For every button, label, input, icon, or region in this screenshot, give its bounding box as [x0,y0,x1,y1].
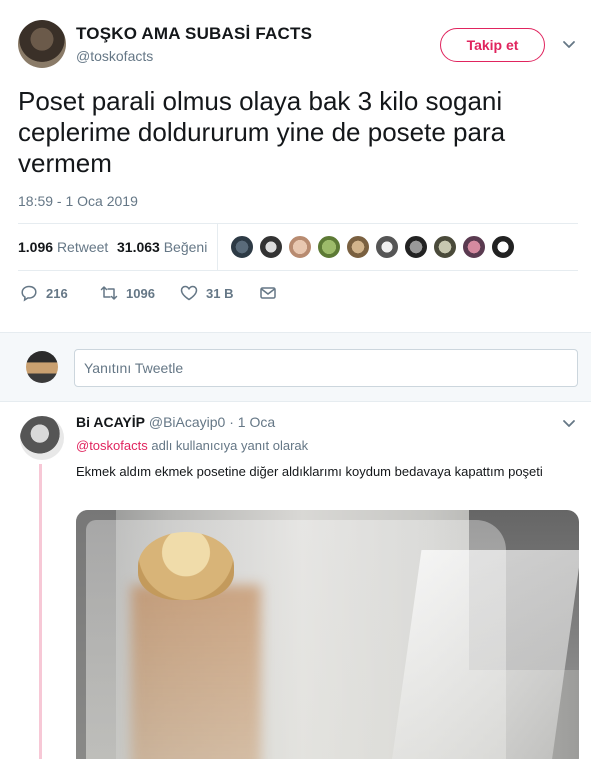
reply-action[interactable]: 216 [20,284,68,302]
liker-avatar[interactable] [317,235,341,259]
reply-author-name[interactable]: Bi ACAYİP [76,414,145,430]
chevron-down-icon[interactable] [562,417,576,431]
tweet-actions: 216 1096 31 B [18,280,578,310]
replying-to: @toskofacts adlı kullanıcıya yanıt olara… [76,438,308,453]
heart-icon [180,285,198,301]
avatar[interactable] [26,351,58,383]
message-action[interactable] [259,284,277,302]
like-stat-label: Beğeni [163,239,208,255]
liker-avatar[interactable] [375,235,399,259]
tweet-header: TOŞKO AMA SUBASİ FACTS @toskofacts Takip… [0,0,591,80]
reply-count: 216 [46,285,68,301]
retweet-count: 1096 [126,285,155,301]
follow-button[interactable]: Takip et [440,28,545,62]
liker-avatar[interactable] [230,235,254,259]
thread-line [39,464,42,759]
mention-link[interactable]: @toskofacts [76,438,148,453]
reply-icon [21,285,37,302]
liker-avatar[interactable] [404,235,428,259]
retweet-icon [100,286,118,300]
reply-header: Bi ACAYİP @BiAcayip0 · 1 Oca [76,414,275,430]
liker-avatar[interactable] [346,235,370,259]
author-name[interactable]: TOŞKO AMA SUBASİ FACTS [76,24,312,44]
replying-to-suffix: adlı kullanıcıya yanıt olarak [151,438,309,453]
like-action[interactable]: 31 B [180,284,233,302]
liker-avatar[interactable] [288,235,312,259]
avatar[interactable] [18,20,66,68]
reply-photo[interactable] [76,510,579,759]
bread-roll [138,532,234,600]
liker-avatar[interactable] [462,235,486,259]
chevron-down-icon[interactable] [562,38,576,52]
bag-fold [390,550,579,759]
divider [18,270,578,271]
envelope-icon [260,287,276,299]
reply-composer: Yanıtını Tweetle [0,332,591,402]
bread-loaf [131,585,261,759]
retweet-stat-label: Retweet [56,239,109,255]
like-stat-count: 31.063 [117,239,160,255]
like-count: 31 B [206,285,234,301]
retweet-stat[interactable]: 1.096 Retweet [18,239,108,255]
liker-avatar[interactable] [259,235,283,259]
reply-tweet[interactable]: Bi ACAYİP @BiAcayip0 · 1 Oca @toskofacts… [0,402,591,759]
tweet-timestamp[interactable]: 18:59 - 1 Oca 2019 [18,193,138,209]
reply-input[interactable]: Yanıtını Tweetle [74,349,578,387]
avatar[interactable] [20,416,64,460]
reply-author-handle[interactable]: @BiAcayip0 [149,414,225,430]
tweet-stats: 1.096 Retweet 31.063 Beğeni [18,224,578,270]
retweet-action[interactable]: 1096 [100,284,155,302]
author-handle[interactable]: @toskofacts [76,48,153,64]
reply-date[interactable]: · 1 Oca [229,414,275,430]
like-stat[interactable]: 31.063 Beğeni [117,239,207,255]
reply-text: Ekmek aldım ekmek posetine diğer aldıkla… [76,464,543,479]
retweet-stat-count: 1.096 [18,239,54,255]
stat-separator [217,224,218,270]
tweet-text: Poset parali olmus olaya bak 3 kilo soga… [18,86,506,178]
liker-avatar[interactable] [491,235,515,259]
liker-avatar[interactable] [433,235,457,259]
